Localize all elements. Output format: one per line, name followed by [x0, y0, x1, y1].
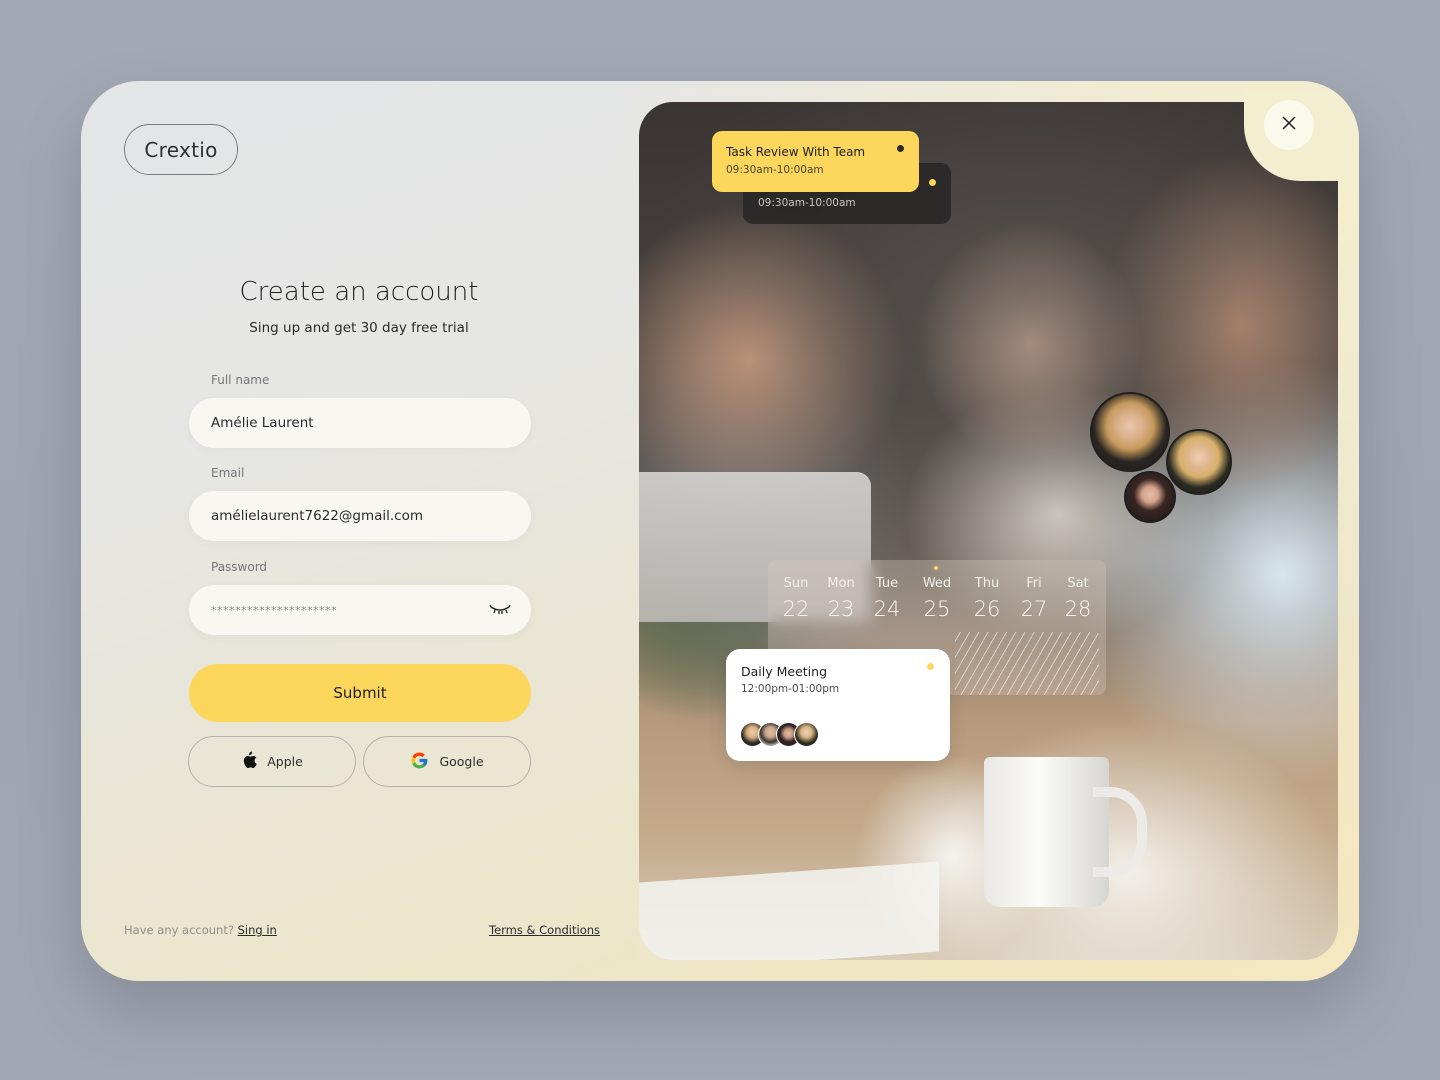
brand-logo[interactable]: Crextio [124, 124, 238, 175]
task-secondary-time: 09:30am-10:00am [758, 197, 856, 209]
apple-label: Apple [267, 754, 303, 769]
email-value: amélielaurent7622@gmail.com [211, 508, 423, 524]
calendar-date[interactable]: 24 [867, 597, 907, 621]
calendar-date[interactable]: 27 [1014, 597, 1054, 621]
submit-button[interactable]: Submit [189, 664, 531, 722]
photo-paper [639, 861, 939, 960]
calendar-date[interactable]: 22 [776, 597, 816, 621]
footer-signin: Have any account? Sing in [124, 923, 277, 937]
sign-in-link[interactable]: Sing in [238, 923, 277, 937]
full-name-value: Amélie Laurent [211, 415, 314, 431]
photo-mug [984, 757, 1147, 907]
email-label: Email [211, 466, 245, 480]
task-title: Task Review With Team [726, 145, 866, 159]
google-signin-button[interactable]: Google [363, 736, 531, 787]
password-value: ********************* [211, 603, 337, 617]
participant-avatar [794, 722, 819, 747]
calendar-date[interactable]: 25 [917, 597, 957, 621]
team-avatar[interactable] [1166, 429, 1232, 495]
meeting-title: Daily Meeting [741, 664, 827, 679]
apple-signin-button[interactable]: Apple [188, 736, 356, 787]
status-dot [927, 663, 934, 670]
full-name-input[interactable]: Amélie Laurent [189, 398, 531, 448]
task-card-primary[interactable]: Task Review With Team 09:30am-10:00am [712, 131, 919, 192]
calendar-day-label: Sun [783, 576, 809, 591]
calendar-day-label: Wed [922, 576, 952, 591]
terms-link[interactable]: Terms & Conditions [489, 923, 600, 937]
calendar-date[interactable]: 28 [1058, 597, 1098, 621]
close-icon [1281, 115, 1297, 135]
password-input[interactable]: ********************* [189, 585, 531, 635]
status-dot [929, 179, 936, 186]
close-button[interactable] [1264, 100, 1314, 150]
page-title: Create an account [239, 277, 479, 307]
signup-card: Crextio Create an account Sing up and ge… [81, 81, 1359, 981]
task-time: 09:30am-10:00am [726, 164, 824, 176]
busy-time-block [955, 632, 1099, 695]
page-subtitle: Sing up and get 30 day free trial [249, 320, 469, 336]
calendar-day-label: Tue [875, 576, 899, 591]
calendar-day-label: Fri [1026, 576, 1042, 591]
full-name-label: Full name [211, 373, 270, 387]
have-account-text: Have any account? [124, 923, 234, 937]
calendar-day-label: Thu [974, 576, 1000, 591]
apple-icon [241, 751, 257, 772]
calendar-date[interactable]: 23 [821, 597, 861, 621]
google-icon [410, 751, 429, 773]
team-photo [639, 102, 1338, 960]
team-avatar[interactable] [1090, 392, 1170, 472]
status-dot [897, 145, 904, 152]
google-label: Google [439, 754, 484, 769]
calendar-day-label: Sat [1067, 576, 1089, 591]
eye-closed-icon[interactable] [489, 604, 511, 616]
password-label: Password [211, 560, 268, 574]
calendar-day-label: Mon [827, 576, 855, 591]
team-avatar[interactable] [1124, 471, 1176, 523]
participant-avatars [740, 722, 819, 747]
meeting-time: 12:00pm-01:00pm [741, 683, 840, 695]
meeting-card[interactable]: Daily Meeting 12:00pm-01:00pm [726, 649, 950, 761]
email-input[interactable]: amélielaurent7622@gmail.com [189, 491, 531, 541]
calendar-date[interactable]: 26 [967, 597, 1007, 621]
today-indicator [934, 566, 938, 570]
